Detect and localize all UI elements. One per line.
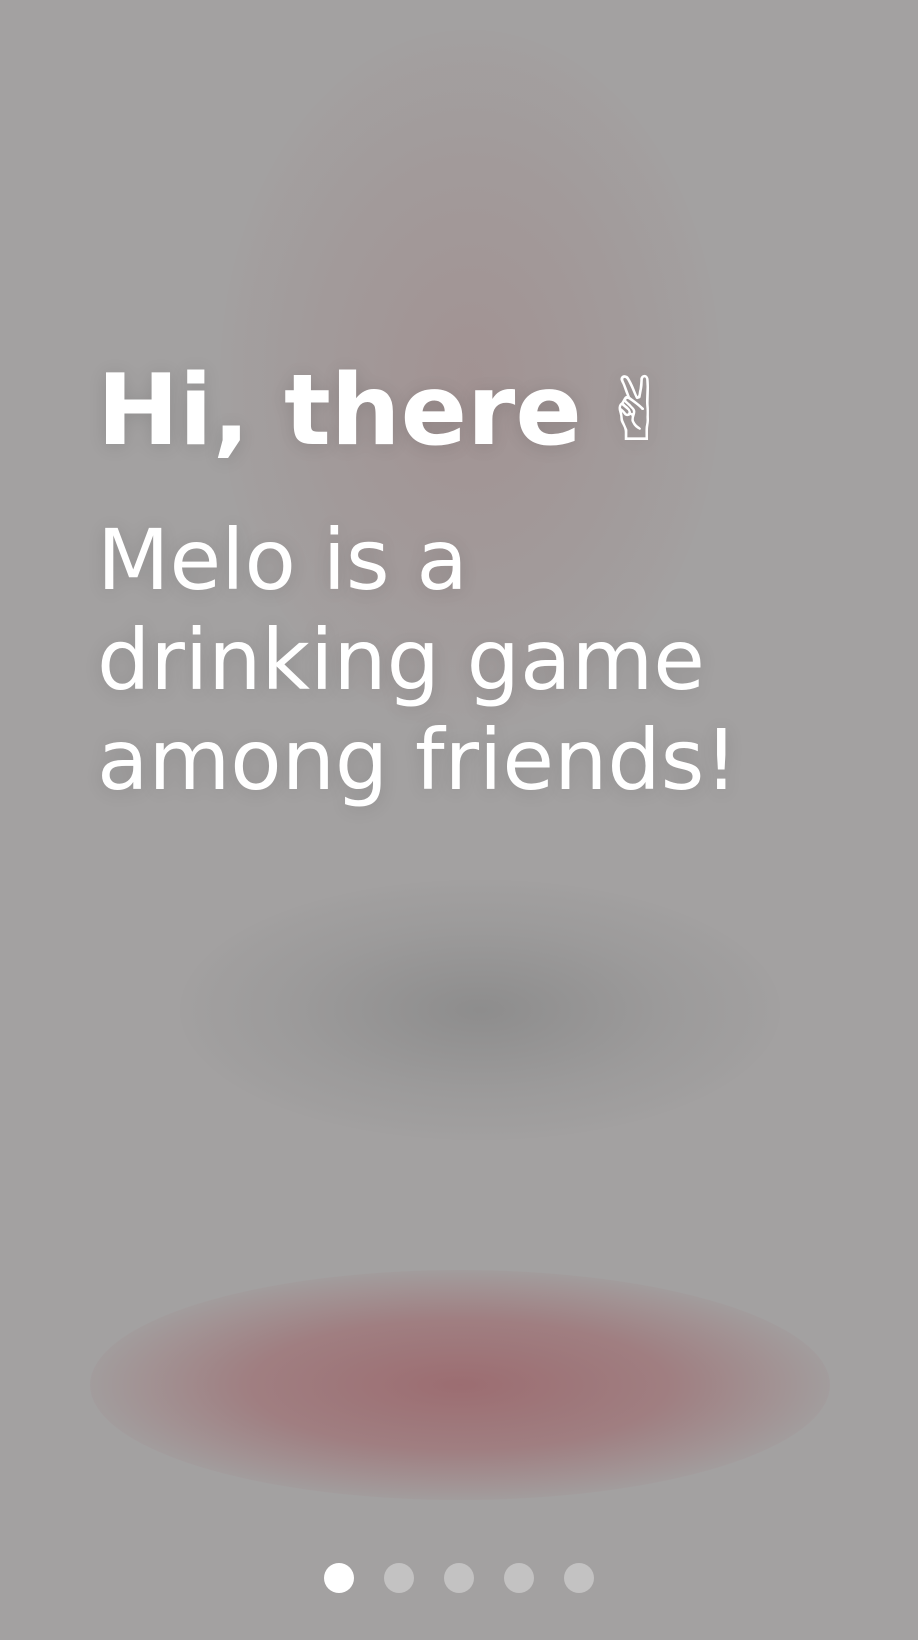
- description-text: Melo is a drinking game among friends!: [97, 511, 739, 809]
- onboarding-screen: Hi, there ✌ Melo is a drinking game among…: [0, 0, 918, 1640]
- onboarding-content: Hi, there ✌ Melo is a drinking game among…: [97, 355, 857, 810]
- page-indicator: [0, 1563, 918, 1593]
- page-dot-3[interactable]: [444, 1563, 474, 1593]
- victory-hand-icon: ✌: [599, 358, 674, 461]
- page-dot-2[interactable]: [384, 1563, 414, 1593]
- blurred-background-shape-middle: [180, 880, 780, 1140]
- page-dot-5[interactable]: [564, 1563, 594, 1593]
- blurred-button-shape: [90, 1270, 830, 1500]
- greeting-heading: Hi, there ✌: [97, 355, 857, 466]
- page-dot-4[interactable]: [504, 1563, 534, 1593]
- greeting-text: Hi, there: [97, 354, 582, 468]
- page-dot-1[interactable]: [324, 1563, 354, 1593]
- blurred-background: [0, 0, 918, 1640]
